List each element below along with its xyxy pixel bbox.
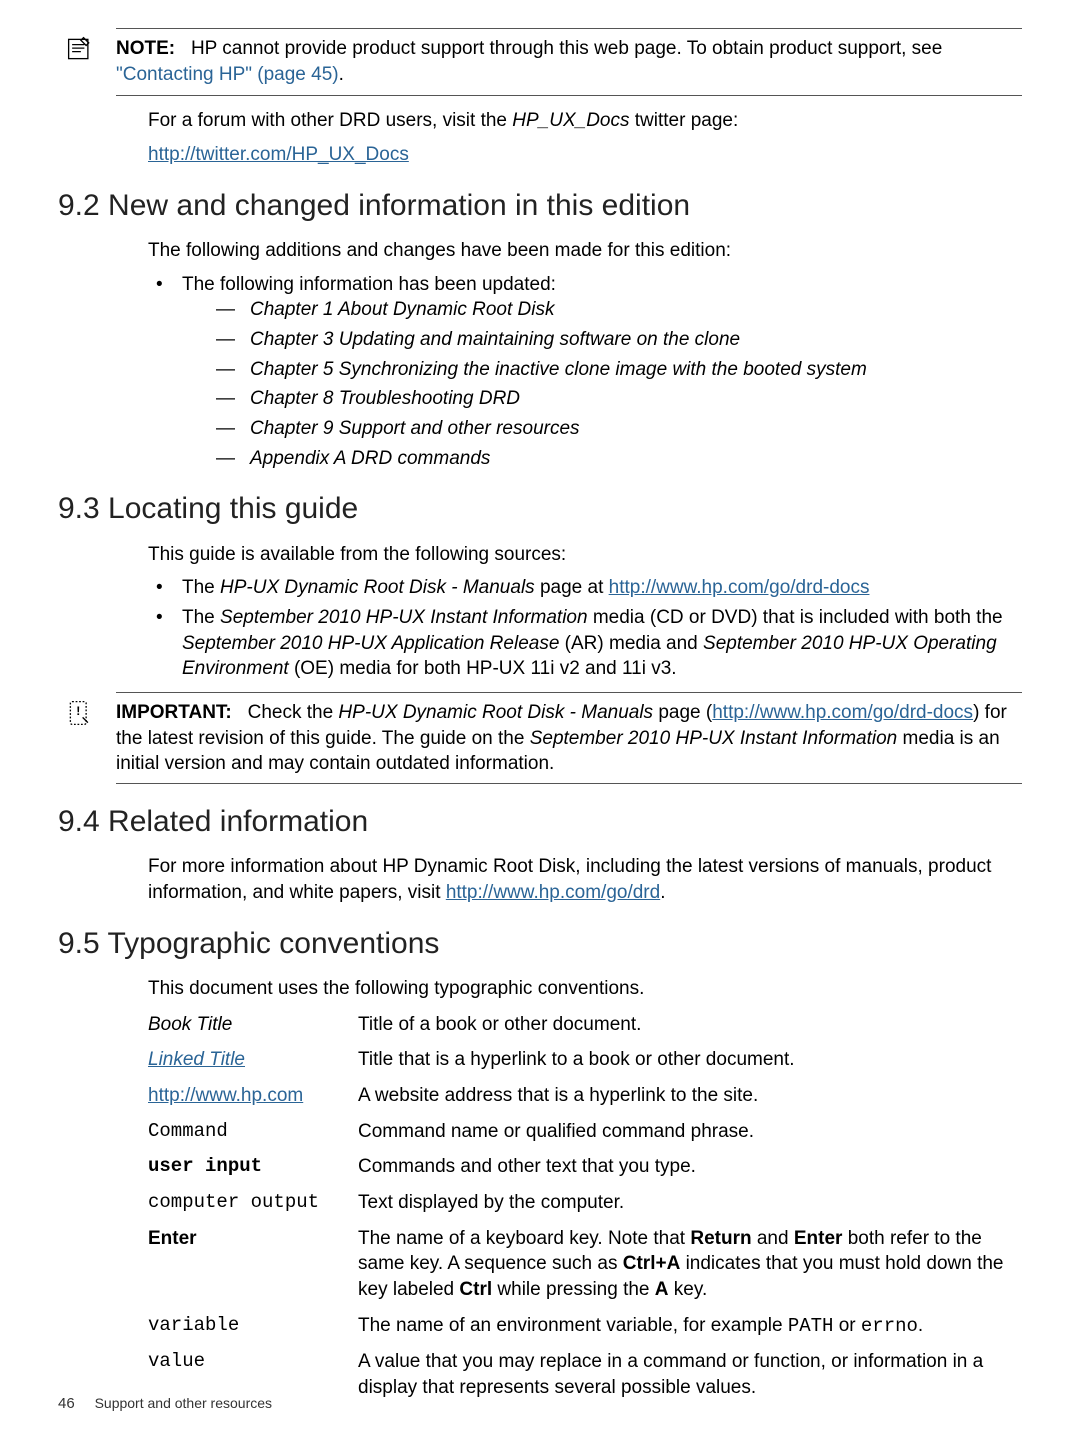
s92-bullet-1: The following information has been updat… <box>148 272 1022 471</box>
s92-intro: The following additions and changes have… <box>148 238 1022 264</box>
note-body-suffix: . <box>339 64 344 85</box>
conv-row-user-input: user input Commands and other text that … <box>148 1154 1022 1180</box>
important-callout: ! IMPORTANT: Check the HP-UX Dynamic Roo… <box>116 692 1022 784</box>
term-value: value <box>148 1349 358 1400</box>
s92-bullet-list: The following information has been updat… <box>148 272 1022 471</box>
heading-9-3: 9.3 Locating this guide <box>58 489 1022 530</box>
s92-dash-2: Chapter 5 Synchronizing the inactive clo… <box>216 357 1022 383</box>
important-label: IMPORTANT: <box>116 702 232 723</box>
term-url[interactable]: http://www.hp.com <box>148 1085 303 1106</box>
twitter-link[interactable]: http://twitter.com/HP_UX_Docs <box>148 144 409 165</box>
def-book-title: Title of a book or other document. <box>358 1012 1022 1038</box>
s92-dash-4: Chapter 9 Support and other resources <box>216 416 1022 442</box>
note-label: NOTE: <box>116 38 175 59</box>
def-enter: The name of a keyboard key. Note that Re… <box>358 1226 1022 1303</box>
def-user-input: Commands and other text that you type. <box>358 1154 1022 1180</box>
conv-row-url: http://www.hp.com A website address that… <box>148 1083 1022 1109</box>
def-computer-output: Text displayed by the computer. <box>358 1190 1022 1216</box>
def-value: A value that you may replace in a comman… <box>358 1349 1022 1400</box>
forum-link-line: http://twitter.com/HP_UX_Docs <box>148 142 1022 168</box>
heading-9-2: 9.2 New and changed information in this … <box>58 186 1022 227</box>
def-url: A website address that is a hyperlink to… <box>358 1083 1022 1109</box>
contacting-hp-link[interactable]: "Contacting HP" (page 45) <box>116 64 339 85</box>
svg-text:!: ! <box>76 704 80 718</box>
s93-bullet-1: The HP-UX Dynamic Root Disk - Manuals pa… <box>148 575 1022 601</box>
conv-row-linked-title: Linked Title Title that is a hyperlink t… <box>148 1047 1022 1073</box>
term-computer-output: computer output <box>148 1190 358 1216</box>
term-variable: variable <box>148 1313 358 1340</box>
note-icon <box>66 35 94 67</box>
note-text: NOTE: HP cannot provide product support … <box>116 38 942 85</box>
term-enter: Enter <box>148 1226 358 1303</box>
heading-9-5: 9.5 Typographic conventions <box>58 924 1022 965</box>
go-drd-link[interactable]: http://www.hp.com/go/drd <box>446 882 660 903</box>
page-footer: 46 Support and other resources <box>58 1394 272 1414</box>
s92-dash-list: Chapter 1 About Dynamic Root Disk Chapte… <box>216 297 1022 471</box>
def-linked-title: Title that is a hyperlink to a book or o… <box>358 1047 1022 1073</box>
s92-dash-3: Chapter 8 Troubleshooting DRD <box>216 386 1022 412</box>
page-number: 46 <box>58 1395 75 1412</box>
s92-dash-1: Chapter 3 Updating and maintaining softw… <box>216 327 1022 353</box>
term-user-input: user input <box>148 1154 358 1180</box>
conv-row-book-title: Book Title Title of a book or other docu… <box>148 1012 1022 1038</box>
def-command: Command name or qualified command phrase… <box>358 1119 1022 1145</box>
footer-title: Support and other resources <box>95 1395 272 1411</box>
conv-row-variable: variable The name of an environment vari… <box>148 1313 1022 1340</box>
important-icon: ! <box>66 699 94 731</box>
conv-row-value: value A value that you may replace in a … <box>148 1349 1022 1400</box>
forum-line1: For a forum with other DRD users, visit … <box>148 108 1022 134</box>
s93-bullet-2: The September 2010 HP-UX Instant Informa… <box>148 605 1022 682</box>
def-variable: The name of an environment variable, for… <box>358 1313 1022 1340</box>
note-body-prefix: HP cannot provide product support throug… <box>191 38 942 59</box>
s95-intro: This document uses the following typogra… <box>148 976 1022 1002</box>
term-book-title: Book Title <box>148 1012 358 1038</box>
s92-dash-5: Appendix A DRD commands <box>216 446 1022 472</box>
s93-intro: This guide is available from the followi… <box>148 542 1022 568</box>
conv-row-computer-output: computer output Text displayed by the co… <box>148 1190 1022 1216</box>
drd-docs-link-2[interactable]: http://www.hp.com/go/drd-docs <box>712 702 973 723</box>
heading-9-4: 9.4 Related information <box>58 802 1022 843</box>
s92-dash-0: Chapter 1 About Dynamic Root Disk <box>216 297 1022 323</box>
term-linked-title[interactable]: Linked Title <box>148 1049 245 1070</box>
term-command: Command <box>148 1119 358 1145</box>
note-callout: NOTE: HP cannot provide product support … <box>116 28 1022 96</box>
conv-row-command: Command Command name or qualified comman… <box>148 1119 1022 1145</box>
conv-row-enter: Enter The name of a keyboard key. Note t… <box>148 1226 1022 1303</box>
s94-body: For more information about HP Dynamic Ro… <box>148 854 1022 905</box>
important-text: IMPORTANT: Check the HP-UX Dynamic Root … <box>116 702 1007 774</box>
s93-bullet-list: The HP-UX Dynamic Root Disk - Manuals pa… <box>148 575 1022 682</box>
drd-docs-link-1[interactable]: http://www.hp.com/go/drd-docs <box>609 577 870 598</box>
